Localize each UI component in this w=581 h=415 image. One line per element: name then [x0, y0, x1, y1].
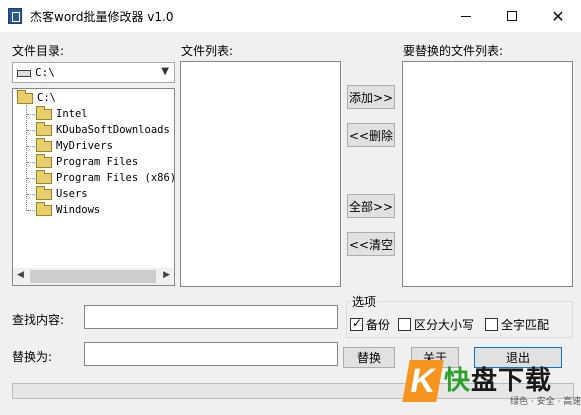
- app-icon: [8, 8, 22, 24]
- add-all-button[interactable]: 全部>>: [347, 194, 395, 218]
- checkbox-checked-icon[interactable]: [350, 316, 363, 331]
- backup-checkbox[interactable]: 备份: [350, 316, 390, 333]
- drive-value: C:\: [35, 66, 55, 79]
- watermark-logo: K 快盘下载 绿色 · 安全 · 高速: [402, 356, 581, 412]
- tree-connector: [27, 178, 35, 179]
- replace-label: 替换为:: [12, 350, 53, 364]
- checkbox-icon[interactable]: [485, 318, 498, 331]
- tree-item-label: Intel: [56, 108, 88, 120]
- file-list[interactable]: [180, 61, 341, 287]
- tree-item-label: MyDrivers: [56, 140, 113, 152]
- watermark-brand-rest: 盘下载: [471, 366, 553, 396]
- tree-item-label: KDubaSoftDownloads: [56, 124, 170, 136]
- replace-file-list[interactable]: [402, 61, 573, 287]
- drive-select[interactable]: C:\ ▼: [12, 62, 175, 83]
- tree-item-label: Program Files: [56, 156, 139, 168]
- folder-icon: [36, 201, 52, 216]
- folder-icon: [36, 121, 52, 136]
- scroll-right-icon[interactable]: ▶: [163, 270, 170, 280]
- tree-connector: [27, 210, 35, 211]
- tree-connector: [27, 162, 35, 163]
- whole-word-label: 全字匹配: [501, 318, 550, 332]
- options-title: 选项: [350, 293, 379, 310]
- scroll-left-icon[interactable]: ◀: [17, 270, 24, 280]
- tree-item[interactable]: MyDrivers: [36, 137, 113, 154]
- tree-item-label: C:\: [37, 92, 56, 104]
- maximize-button[interactable]: [489, 0, 535, 32]
- match-case-checkbox[interactable]: 区分大小写: [398, 316, 474, 333]
- add-button[interactable]: 添加>>: [347, 85, 395, 109]
- whole-word-checkbox[interactable]: 全字匹配: [485, 316, 549, 333]
- watermark-brand: 快盘下载: [444, 360, 552, 397]
- find-label: 查找内容:: [12, 313, 65, 327]
- minimize-button[interactable]: [443, 0, 489, 32]
- dir-label: 文件目录:: [12, 44, 65, 58]
- folder-icon: [36, 137, 52, 152]
- match-case-label: 区分大小写: [414, 318, 475, 332]
- close-button[interactable]: ✕: [535, 0, 581, 32]
- file-list-label: 文件列表:: [181, 44, 234, 58]
- title-bar: 杰客word批量修改器 v1.0 ✕: [0, 0, 581, 32]
- tree-item[interactable]: Program Files: [36, 153, 139, 170]
- folder-icon: [36, 153, 52, 168]
- tree-item[interactable]: KDubaSoftDownloads: [36, 121, 170, 138]
- replace-button[interactable]: 替换: [343, 347, 395, 368]
- checkbox-icon[interactable]: [398, 318, 411, 331]
- tree-item[interactable]: Intel: [36, 105, 88, 122]
- tree-item[interactable]: Windows: [36, 201, 101, 218]
- folder-icon: [36, 169, 52, 184]
- tree-connector: [27, 130, 35, 131]
- folder-icon: [36, 185, 52, 200]
- backup-label: 备份: [366, 318, 391, 332]
- tree-connector: [27, 194, 35, 195]
- replace-list-label: 要替换的文件列表:: [403, 44, 504, 58]
- remove-button[interactable]: <<删除: [347, 123, 395, 147]
- tree-item[interactable]: Program Files (x86): [36, 169, 177, 186]
- drive-icon: [17, 70, 31, 77]
- minimize-icon: [461, 15, 471, 17]
- tree-connector: [27, 114, 35, 115]
- watermark-k-icon: K: [402, 360, 444, 402]
- tree-connector: [27, 146, 35, 147]
- watermark-tagline: 绿色 · 安全 · 高速: [510, 397, 581, 407]
- tree-item-label: Program Files (x86): [56, 172, 177, 184]
- chevron-down-icon: ▼: [161, 66, 169, 77]
- window-title: 杰客word批量修改器 v1.0: [30, 10, 174, 24]
- watermark-brand-first: 快: [444, 366, 472, 396]
- tree-item-root[interactable]: C:\: [17, 89, 56, 106]
- scrollbar-thumb[interactable]: [30, 270, 156, 283]
- tree-item-label: Windows: [56, 204, 101, 216]
- folder-icon: [36, 105, 52, 120]
- tree-item[interactable]: Users: [36, 185, 88, 202]
- replace-input[interactable]: [84, 342, 338, 366]
- maximize-icon: [507, 11, 517, 21]
- tree-horizontal-scrollbar[interactable]: ◀ ▶: [13, 268, 174, 285]
- folder-open-icon: [17, 89, 33, 104]
- tree-item-label: Users: [56, 188, 88, 200]
- close-icon: ✕: [551, 6, 565, 26]
- find-input[interactable]: [84, 305, 338, 329]
- clear-button[interactable]: <<清空: [347, 232, 395, 256]
- tree-connector: [26, 105, 27, 211]
